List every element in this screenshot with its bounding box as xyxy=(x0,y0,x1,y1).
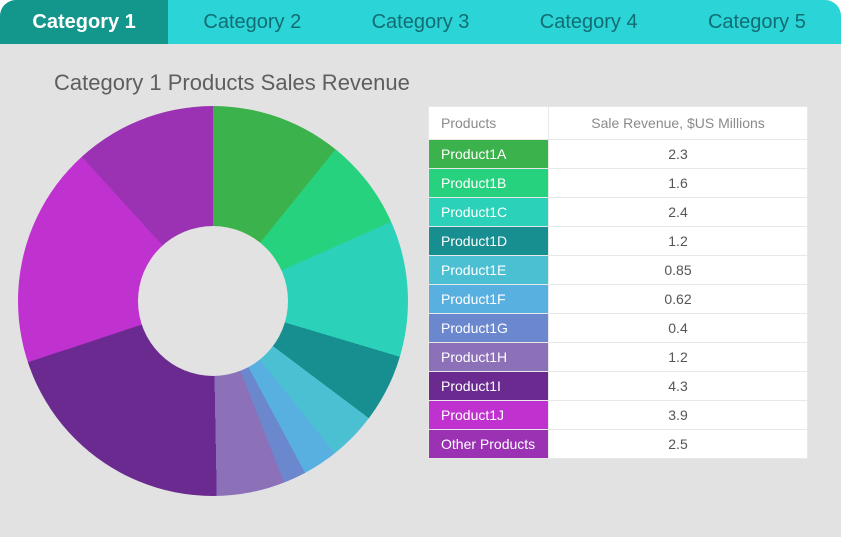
table-cell-product-name: Product1H xyxy=(429,343,549,372)
table-row: Other Products2.5 xyxy=(429,430,808,459)
panel: Category 1 Products Sales Revenue Produc… xyxy=(0,44,841,537)
tab-category-3[interactable]: Category 3 xyxy=(336,0,504,44)
table-cell-product-name: Product1E xyxy=(429,256,549,285)
table-row: Product1B1.6 xyxy=(429,169,808,198)
table-cell-value: 0.62 xyxy=(549,285,808,314)
table-row: Product1I4.3 xyxy=(429,372,808,401)
table-cell-value: 1.2 xyxy=(549,343,808,372)
tab-category-5[interactable]: Category 5 xyxy=(673,0,841,44)
tab-category-1[interactable]: Category 1 xyxy=(0,0,168,44)
table-header-row: Products Sale Revenue, $US Millions xyxy=(429,107,808,140)
data-table: Products Sale Revenue, $US Millions Prod… xyxy=(428,106,808,459)
table-header-value: Sale Revenue, $US Millions xyxy=(549,107,808,140)
chart-title: Category 1 Products Sales Revenue xyxy=(54,70,823,96)
table-cell-value: 2.4 xyxy=(549,198,808,227)
tab-category-4[interactable]: Category 4 xyxy=(505,0,673,44)
table-cell-value: 4.3 xyxy=(549,372,808,401)
table-cell-value: 2.5 xyxy=(549,430,808,459)
table-row: Product1J3.9 xyxy=(429,401,808,430)
table-cell-value: 3.9 xyxy=(549,401,808,430)
table-cell-product-name: Product1G xyxy=(429,314,549,343)
table-cell-product-name: Product1J xyxy=(429,401,549,430)
table-cell-product-name: Product1F xyxy=(429,285,549,314)
table-cell-value: 1.6 xyxy=(549,169,808,198)
table-cell-value: 1.2 xyxy=(549,227,808,256)
table-cell-value: 0.4 xyxy=(549,314,808,343)
tab-category-2[interactable]: Category 2 xyxy=(168,0,336,44)
table-cell-product-name: Product1B xyxy=(429,169,549,198)
table-row: Product1C2.4 xyxy=(429,198,808,227)
table-row: Product1A2.3 xyxy=(429,140,808,169)
table-row: Product1F0.62 xyxy=(429,285,808,314)
tab-bar: Category 1 Category 2 Category 3 Categor… xyxy=(0,0,841,44)
table-cell-product-name: Other Products xyxy=(429,430,549,459)
table-row: Product1H1.2 xyxy=(429,343,808,372)
table-cell-value: 2.3 xyxy=(549,140,808,169)
table-row: Product1G0.4 xyxy=(429,314,808,343)
table-cell-product-name: Product1C xyxy=(429,198,549,227)
table-cell-product-name: Product1I xyxy=(429,372,549,401)
content: Products Sale Revenue, $US Millions Prod… xyxy=(18,106,823,496)
donut-chart xyxy=(18,106,408,496)
table-cell-product-name: Product1D xyxy=(429,227,549,256)
table-header-products: Products xyxy=(429,107,549,140)
table-row: Product1D1.2 xyxy=(429,227,808,256)
table-cell-product-name: Product1A xyxy=(429,140,549,169)
table-row: Product1E0.85 xyxy=(429,256,808,285)
table-cell-value: 0.85 xyxy=(549,256,808,285)
